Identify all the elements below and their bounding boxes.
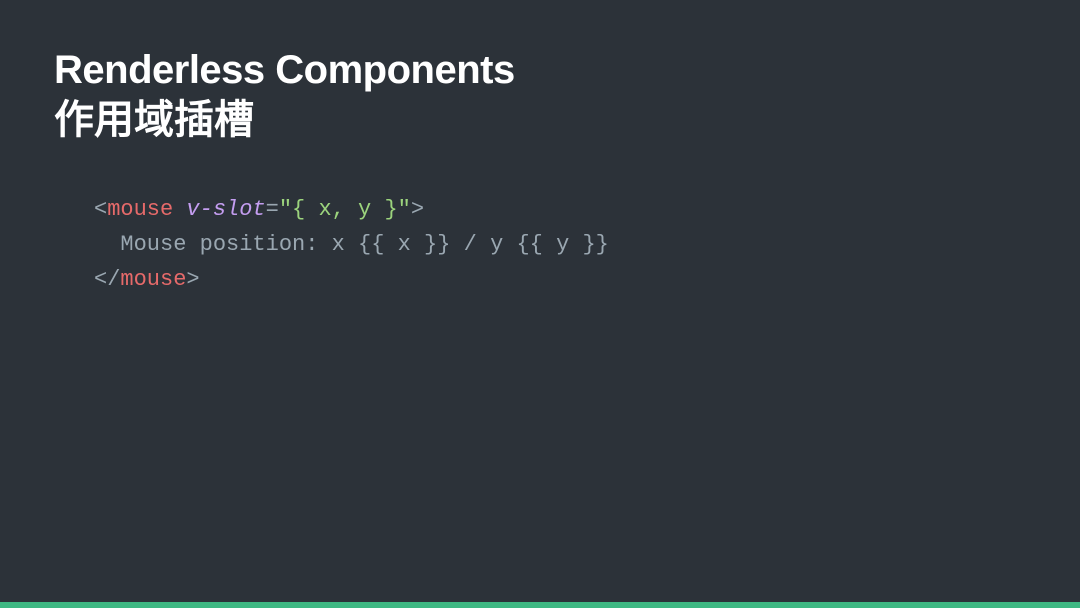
code-text-content: Mouse position: x {{ x }} / y {{ y }} [94,232,609,257]
accent-bottom-bar [0,602,1080,608]
code-punct: > [186,267,199,292]
code-attr: v-slot [186,197,265,222]
code-tag-open: mouse [107,197,173,222]
title-chinese: 作用域插槽 [54,94,1026,146]
title-english: Renderless Components [54,46,1026,94]
code-tag-close: mouse [120,267,186,292]
code-punct: < [94,197,107,222]
code-punct: > [411,197,424,222]
slide-content: Renderless Components 作用域插槽 <mouse v-slo… [0,0,1080,344]
code-punct: </ [94,267,120,292]
code-string: "{ x, y }" [279,197,411,222]
title-block: Renderless Components 作用域插槽 [54,46,1026,146]
code-space [173,197,186,222]
code-eq: = [266,197,279,222]
code-block: <mouse v-slot="{ x, y }"> Mouse position… [54,192,1026,298]
